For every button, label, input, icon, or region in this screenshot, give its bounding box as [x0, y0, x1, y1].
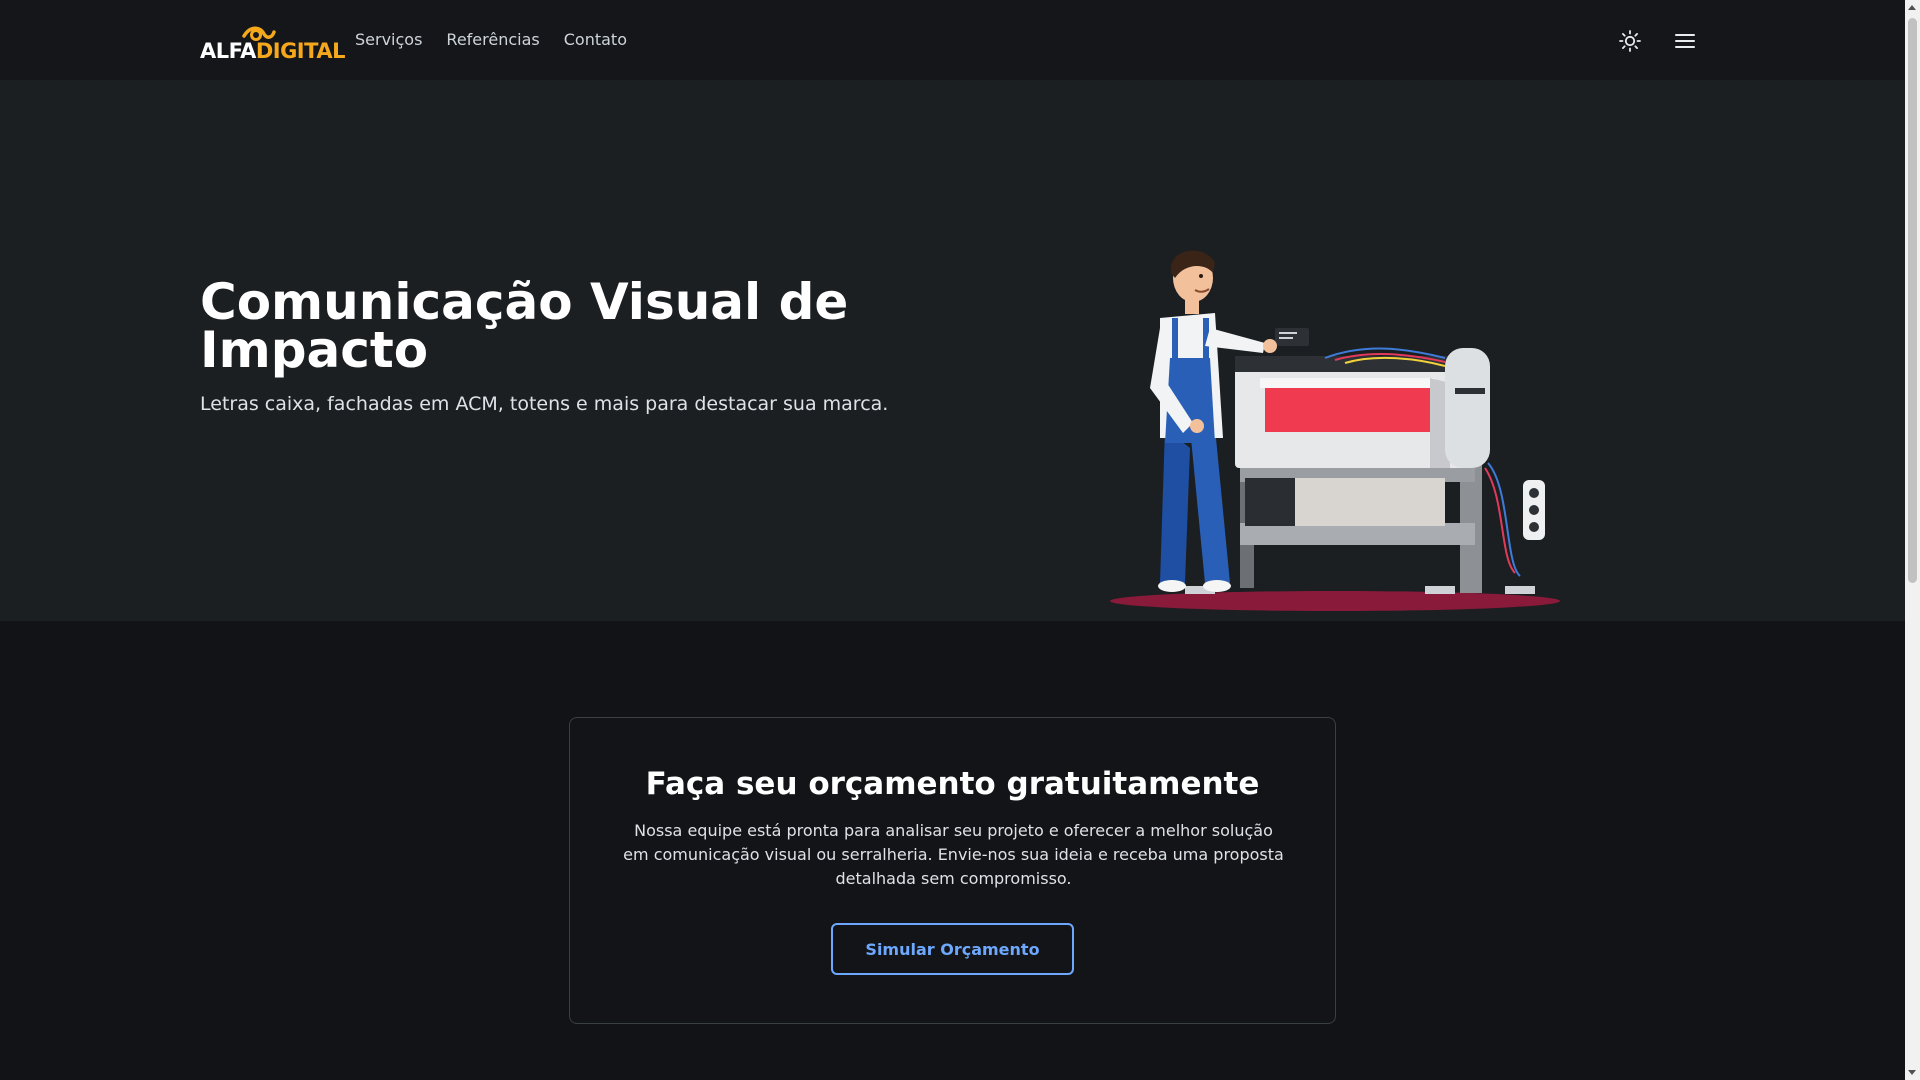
page-scrollbar[interactable]	[1905, 0, 1920, 1080]
logo-alfa-text: ALFA	[200, 39, 256, 63]
printer-technician-illustration	[1110, 250, 1560, 611]
menu-button[interactable]	[1672, 28, 1698, 54]
hero-title: Comunicação Visual de Impacto	[200, 273, 849, 379]
scroll-down-arrow-icon[interactable]	[1908, 1070, 1916, 1075]
main-nav: Serviços Referências Contato	[355, 28, 627, 52]
hamburger-menu-icon	[1675, 34, 1695, 48]
hero-subtitle: Letras caixa, fachadas em ACM, totens e …	[200, 393, 889, 415]
navbar: ALFADIGITAL Serviços Referências Contato	[0, 0, 1905, 80]
quote-card-title: Faça seu orçamento gratuitamente	[645, 766, 1260, 802]
quote-card: Faça seu orçamento gratuitamente Nossa e…	[569, 717, 1336, 1024]
scroll-up-arrow-icon[interactable]	[1908, 5, 1916, 10]
quote-card-text: Nossa equipe está pronta para analisar s…	[623, 821, 1284, 888]
nav-link-servicos[interactable]: Serviços	[355, 28, 422, 52]
hero-section: Comunicação Visual de Impacto Letras cai…	[0, 80, 1905, 621]
logo-digital-text: DIGITAL	[255, 39, 346, 63]
nav-link-contato[interactable]: Contato	[564, 28, 627, 52]
logo-wordmark: ALFADIGITAL	[200, 41, 345, 62]
theme-toggle-button[interactable]	[1617, 28, 1643, 54]
nav-link-referencias[interactable]: Referências	[446, 28, 539, 52]
scrollbar-thumb[interactable]	[1908, 18, 1917, 583]
simulate-quote-button[interactable]: Simular Orçamento	[831, 923, 1074, 975]
sun-icon	[1619, 30, 1641, 52]
brand-logo[interactable]: ALFADIGITAL	[200, 24, 345, 62]
